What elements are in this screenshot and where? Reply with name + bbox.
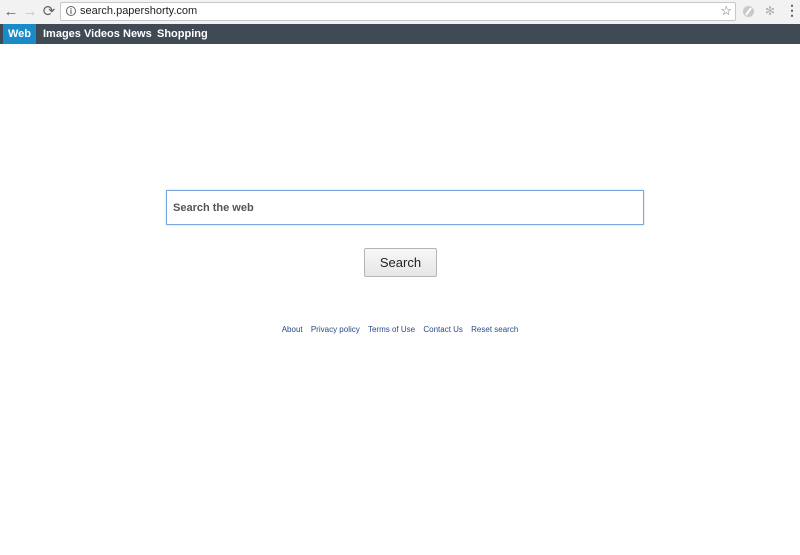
back-arrow-icon[interactable]: ←	[2, 2, 20, 20]
forward-arrow-icon[interactable]: →	[21, 2, 39, 20]
search-input[interactable]	[167, 191, 643, 224]
search-button[interactable]: Search	[364, 248, 437, 277]
info-icon[interactable]: i	[66, 6, 76, 16]
footer-link-terms-of-use[interactable]: Terms of Use	[368, 325, 415, 334]
footer-link-about[interactable]: About	[282, 325, 303, 334]
url-text[interactable]: search.papershorty.com	[80, 5, 197, 17]
menu-kebab-icon[interactable]: ⋮	[785, 2, 799, 19]
browser-toolbar: ← → ⟳ i search.papershorty.com ☆ ✻ ⋮	[0, 0, 800, 25]
tab-news[interactable]: News	[118, 24, 157, 44]
extension-shield-icon	[742, 5, 754, 17]
tab-web[interactable]: Web	[3, 24, 37, 44]
footer-link-reset-search[interactable]: Reset search	[471, 325, 518, 334]
tab-shopping[interactable]: Shopping	[152, 24, 213, 44]
footer-link-contact-us[interactable]: Contact Us	[423, 325, 463, 334]
snowflake-extension-icon[interactable]: ✻	[763, 4, 777, 18]
extension-icon[interactable]	[741, 4, 755, 18]
site-navigation-bar: Web Images Videos News Shopping	[0, 24, 800, 44]
search-box	[166, 190, 644, 225]
footer-link-privacy-policy[interactable]: Privacy policy	[311, 325, 360, 334]
reload-icon[interactable]: ⟳	[40, 2, 58, 20]
address-bar[interactable]: i search.papershorty.com ☆	[60, 2, 736, 21]
footer-links: About Privacy policy Terms of Use Contac…	[0, 325, 800, 334]
bookmark-star-icon[interactable]: ☆	[720, 3, 732, 19]
